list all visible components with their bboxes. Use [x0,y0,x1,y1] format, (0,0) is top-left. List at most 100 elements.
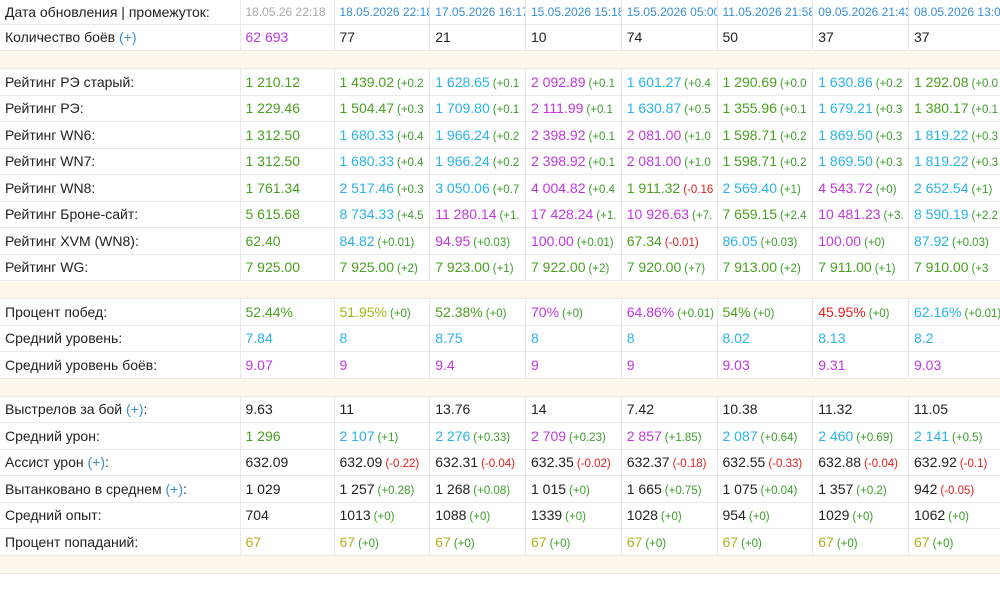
period-value: 11 280.14 [435,206,497,223]
period-value: 10 926.63 [626,206,690,223]
period-value: 94.95 [435,232,471,249]
period-cell: 94.95 (+0.03) [429,227,526,255]
period-value: 7 923.00 [435,259,490,276]
period-delta: (+3. [883,210,904,223]
period-value: 1 628.65 [435,73,490,90]
header-date[interactable]: 11.05.2026 21:58 [716,0,813,25]
period-cell: 1 665 (+0.75) [620,475,717,503]
stat-row: Средний уровень: 7.84 8 8.75 8 8 8.02 8.13 8.2 [0,325,1000,352]
stat-row: Рейтинг WG: 7 925.00 7 925.00 (+2) 7 923.00(… [0,254,1000,281]
row-label: Средний урон: [5,427,100,444]
header-date[interactable]: 17.05.2026 16:17 [429,0,526,25]
period-cell: 11 280.14 (+1. [429,201,526,228]
period-value: 632.92 [914,454,957,471]
label-colon: : [183,480,187,497]
period-delta: (+0) [748,511,770,524]
spacer-cell [0,555,240,574]
period-cell: 70% (+0) [525,298,622,326]
period-cell: 632.88 (-0.04) [812,449,909,476]
period-delta: (+0.5) [952,431,983,444]
spacer-cell [334,50,430,69]
header-date[interactable]: 15.05.2026 15:18 [525,0,622,25]
expand-link[interactable]: (+) [126,401,144,417]
period-cell: 77 [333,24,430,51]
period-delta: (+0) [868,307,890,320]
period-cell: 2 517.46 (+0.3 [333,174,430,202]
period-value: 7 925.00 [339,259,395,276]
spacer-cell [717,378,813,397]
period-cell: 7 911.00 (+1) [812,254,909,281]
period-delta: (+0) [932,537,954,550]
period-value: 9.03 [722,356,750,373]
period-delta: (+0.3 [875,104,903,117]
header-date[interactable]: 09.05.2026 21:43 [812,0,909,25]
row-label-cell: Средний урон: [0,422,240,450]
period-value: 86.05 [722,232,758,249]
total-value: 9.07 [245,356,273,373]
period-value: 2 087 [722,427,758,444]
period-cell: 11 [333,396,430,423]
period-value: 10.38 [722,401,758,418]
period-cell: 2 092.89 (+0.1 [525,68,622,96]
row-label: Выстрелов за бой [5,401,123,418]
period-cell: 67 (+0) [812,528,909,556]
expand-link[interactable]: (+) [88,454,106,470]
spacer-cell [812,378,909,397]
stat-row: Количество боёв (+) 62 693 77 21 10 74 50 37 37 [0,24,1000,51]
period-cell: 1 869.50 (+0.3 [812,148,909,175]
header-label: Дата обновления | промежуток: [0,0,240,25]
header-date[interactable]: 18.05.2026 22:18 [333,0,430,25]
period-delta: (+0.28) [377,484,415,497]
period-cell: 8 [525,325,622,352]
period-value: 87.92 [914,232,950,249]
spacer-cell [429,378,526,397]
period-cell: 632.37 (-0.18) [620,449,717,476]
expand-link[interactable]: (+) [119,29,137,45]
period-value: 8 [339,330,348,347]
period-delta: (+0.01) [576,236,614,249]
period-value: 37 [914,29,930,46]
period-value: 51.95% [339,303,387,320]
row-label-cell: Рейтинг XVM (WN8): [0,227,240,255]
period-cell: 632.55 (-0.33) [716,449,813,476]
stat-row: Рейтинг РЭ старый: 1 210.12 1 439.02 (+0.2 1… [0,68,1000,96]
period-delta: (+0.3 [971,157,999,170]
period-cell: 1013 (+0) [333,502,430,529]
header-date[interactable]: 15.05.2026 05:00 [620,0,717,25]
period-value: 1088 [435,507,467,524]
period-delta: (+0.33) [473,431,511,444]
period-cell: 2 398.92 (+0.1 [525,121,622,149]
expand-link[interactable]: (+) [166,481,184,497]
period-value: 7 920.00 [626,259,682,276]
period-delta: (+0.1 [971,104,999,117]
period-cell: 7 913.00 (+2) [716,254,813,281]
period-delta: (+0) [645,537,667,550]
period-cell: 1 257 (+0.28) [333,475,430,503]
total-cell: 52.44% [239,298,334,326]
spacer-cell [717,555,813,574]
period-cell: 67.34 (-0.01) [620,227,717,255]
period-value: 1 911.32 [626,179,681,196]
period-cell: 10 481.23 (+3. [812,201,909,228]
period-cell: 67 (+0) [333,528,430,556]
period-delta: (+0) [562,307,583,320]
period-value: 17 428.24 [531,206,594,223]
period-value: 1 504.47 [339,100,395,117]
period-value: 67 [626,533,643,550]
header-date[interactable]: 08.05.2026 13:02 [908,0,1000,25]
period-cell: 2 709 (+0.23) [525,422,622,450]
period-delta: (+0.1 [588,130,616,143]
spacer-cell [621,555,717,574]
period-delta: (+0.4 [397,130,424,143]
period-value: 11.32 [818,401,853,418]
period-cell: 1 819.22 (+0.3 [908,121,1000,149]
stat-row: Рейтинг WN6: 1 312.50 1 680.33 (+0.4 1 966.2… [0,121,1000,149]
period-cell: 942 (-0.05) [908,475,1000,503]
period-cell: 9 [333,351,430,379]
spacer-cell [908,555,1000,574]
row-label-cell: Средний уровень: [0,325,240,352]
spacer-cell [525,50,622,69]
period-delta: (+0) [753,307,775,320]
period-value: 2 569.40 [722,179,778,196]
period-cell: 86.05 (+0.03) [716,227,813,255]
